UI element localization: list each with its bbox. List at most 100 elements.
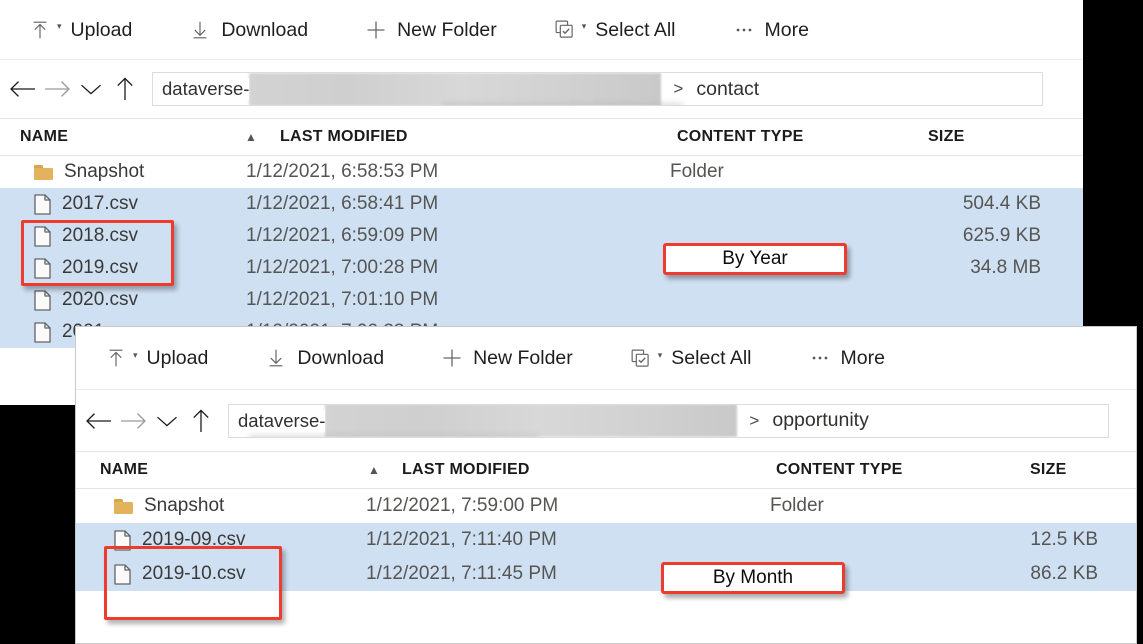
breadcrumb-leaf: contact	[696, 77, 760, 100]
ellipsis-icon	[808, 346, 832, 370]
download-button-label: Download	[221, 18, 309, 41]
up-arrow-icon[interactable]	[108, 72, 142, 106]
chevron-down-icon: ▾	[581, 21, 587, 31]
file-name: Snapshot	[64, 161, 145, 182]
new-folder-button[interactable]: New Folder	[358, 11, 503, 49]
file-modified: 1/12/2021, 7:01:10 PM	[246, 289, 439, 310]
file-icon	[34, 257, 51, 279]
checkbox-copy-icon	[629, 346, 653, 370]
upload-arrow-icon	[104, 346, 128, 370]
table-row[interactable]: Snapshot 1/12/2021, 6:58:53 PM Folder	[0, 156, 1083, 188]
select-all-button-label: Select All	[595, 18, 676, 41]
file-size: 625.9 KB	[962, 225, 1041, 246]
redacted-path-segment	[249, 73, 662, 105]
more-button[interactable]: More	[726, 11, 815, 49]
upload-button[interactable]: ▾ Upload	[22, 11, 138, 49]
callout-by-year-label: By Year	[722, 248, 788, 269]
chevron-down-icon[interactable]	[74, 72, 108, 106]
file-modified: 1/12/2021, 7:11:45 PM	[366, 563, 557, 584]
column-header-content-type[interactable]: CONTENT TYPE	[776, 461, 903, 479]
more-button-label: More	[764, 18, 809, 41]
file-content-type: Folder	[770, 495, 824, 516]
file-name: 2018.csv	[62, 225, 139, 246]
forward-arrow-icon[interactable]	[116, 404, 150, 438]
file-icon	[34, 225, 51, 247]
file-icon	[34, 193, 51, 215]
breadcrumb-path-contact[interactable]: dataverse- > contact	[152, 72, 1043, 106]
file-size: 504.4 KB	[962, 193, 1041, 214]
breadcrumb-separator-icon: >	[749, 410, 760, 430]
new-folder-button-label: New Folder	[473, 347, 573, 370]
breadcrumb-root: dataverse-	[229, 409, 326, 432]
file-modified: 1/12/2021, 6:58:41 PM	[246, 193, 439, 214]
address-bar-contact: dataverse- > contact	[0, 60, 1083, 119]
sort-ascending-icon[interactable]: ▲	[368, 463, 380, 477]
chevron-down-icon: ▾	[133, 349, 138, 360]
breadcrumb-separator-icon: >	[673, 79, 684, 98]
column-header-last-modified[interactable]: LAST MODIFIED	[402, 461, 530, 479]
redacted-path-segment	[325, 404, 738, 437]
sort-ascending-icon[interactable]: ▲	[245, 130, 257, 144]
column-header-name[interactable]: NAME	[100, 461, 148, 479]
column-header-last-modified[interactable]: LAST MODIFIED	[280, 128, 408, 146]
ellipsis-icon	[732, 18, 756, 42]
upload-arrow-icon	[28, 18, 52, 42]
breadcrumb-path-opportunity[interactable]: dataverse- > opportunity	[228, 403, 1109, 438]
file-icon	[34, 321, 51, 343]
folder-icon	[114, 498, 133, 514]
more-button-label: More	[840, 347, 885, 370]
new-folder-button-label: New Folder	[397, 18, 497, 41]
column-header-size[interactable]: SIZE	[928, 128, 965, 146]
checkbox-copy-icon	[553, 18, 577, 42]
up-arrow-icon[interactable]	[184, 404, 218, 438]
toolbar-contact: ▾ Upload Download New Folder ▾ Select Al…	[0, 0, 1083, 60]
table-row[interactable]: 2019-10.csv 1/12/2021, 7:11:45 PM 86.2 K…	[76, 557, 1136, 591]
table-row[interactable]: 2019.csv 1/12/2021, 7:00:28 PM 34.8 MB	[0, 252, 1083, 284]
plus-icon	[440, 346, 464, 370]
file-size: 86.2 KB	[1030, 563, 1098, 584]
file-name: 2019-10.csv	[142, 563, 246, 584]
download-arrow-icon	[264, 346, 288, 370]
file-icon	[114, 563, 131, 585]
file-list-opportunity: Snapshot 1/12/2021, 7:59:00 PM Folder 20…	[76, 489, 1136, 591]
download-button[interactable]: Download	[258, 339, 390, 377]
file-size: 12.5 KB	[1030, 529, 1098, 550]
back-arrow-icon[interactable]	[82, 404, 116, 438]
file-list-contact: Snapshot 1/12/2021, 6:58:53 PM Folder 20…	[0, 156, 1083, 348]
toolbar-opportunity: ▾ Upload Download New Folder ▾ Select Al…	[76, 327, 1136, 390]
folder-icon	[34, 164, 53, 180]
download-button[interactable]: Download	[182, 11, 314, 49]
breadcrumb-root: dataverse-	[153, 78, 250, 100]
upload-button[interactable]: ▾ Upload	[98, 339, 214, 377]
column-header-name[interactable]: NAME	[20, 128, 68, 146]
more-button[interactable]: More	[802, 339, 891, 377]
chevron-down-icon: ▾	[657, 349, 663, 360]
file-name: 2019.csv	[62, 257, 139, 278]
download-arrow-icon	[188, 18, 212, 42]
file-content-type: Folder	[670, 161, 724, 182]
column-header-size[interactable]: SIZE	[1030, 461, 1067, 479]
column-header-content-type[interactable]: CONTENT TYPE	[677, 128, 804, 146]
forward-arrow-icon[interactable]	[40, 72, 74, 106]
table-row[interactable]: 2019-09.csv 1/12/2021, 7:11:40 PM 12.5 K…	[76, 523, 1136, 557]
file-modified: 1/12/2021, 7:11:40 PM	[366, 529, 557, 550]
new-folder-button[interactable]: New Folder	[434, 339, 579, 377]
file-size: 34.8 MB	[970, 257, 1041, 278]
file-name: 2017.csv	[62, 193, 139, 214]
upload-button-label: Upload	[146, 347, 209, 370]
table-row[interactable]: 2017.csv 1/12/2021, 6:58:41 PM 504.4 KB	[0, 188, 1083, 220]
redacted-path-shadow	[443, 103, 683, 105]
select-all-button[interactable]: ▾ Select All	[547, 11, 682, 49]
chevron-down-icon[interactable]	[150, 404, 184, 438]
table-row[interactable]: 2020.csv 1/12/2021, 7:01:10 PM	[0, 284, 1083, 316]
file-icon	[34, 289, 51, 311]
file-icon	[114, 529, 131, 551]
black-background-left	[0, 405, 76, 644]
select-all-button[interactable]: ▾ Select All	[623, 339, 758, 377]
plus-icon	[364, 18, 388, 42]
table-row[interactable]: 2018.csv 1/12/2021, 6:59:09 PM 625.9 KB	[0, 220, 1083, 252]
select-all-button-label: Select All	[671, 347, 752, 370]
table-row[interactable]: Snapshot 1/12/2021, 7:59:00 PM Folder	[76, 489, 1136, 523]
file-modified: 1/12/2021, 6:58:53 PM	[246, 161, 439, 182]
back-arrow-icon[interactable]	[6, 72, 40, 106]
